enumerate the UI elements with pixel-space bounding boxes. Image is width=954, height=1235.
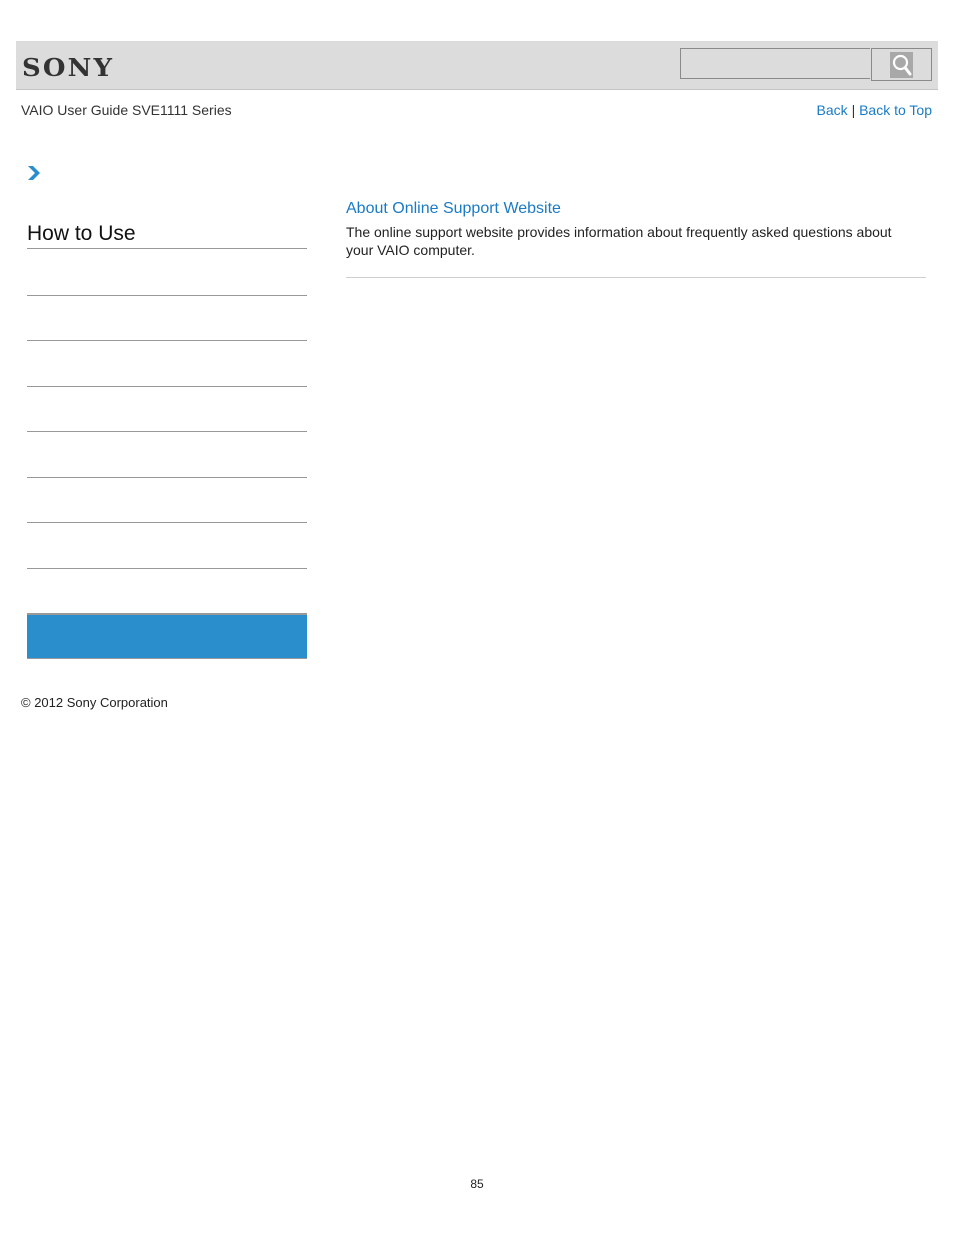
chevron-right-icon[interactable] bbox=[27, 165, 41, 186]
page-number: 85 bbox=[470, 1177, 484, 1191]
header-bar: SONY bbox=[16, 41, 938, 90]
search-input[interactable] bbox=[680, 48, 870, 79]
sidebar-title: How to Use bbox=[27, 222, 307, 249]
search-icon bbox=[890, 51, 913, 78]
search-button[interactable] bbox=[871, 48, 932, 81]
sidebar-item[interactable] bbox=[27, 477, 307, 478]
guide-title: VAIO User Guide SVE1111 Series bbox=[21, 102, 232, 118]
sony-logo: SONY bbox=[22, 53, 115, 82]
sidebar-item[interactable] bbox=[27, 568, 307, 569]
article-body: The online support website provides info… bbox=[346, 224, 892, 258]
sidebar-item[interactable] bbox=[27, 386, 307, 387]
back-link[interactable]: Back bbox=[817, 102, 848, 118]
nav-separator: | bbox=[851, 102, 856, 118]
nav-links: Back | Back to Top bbox=[817, 102, 932, 118]
divider bbox=[346, 277, 926, 278]
sidebar-item[interactable] bbox=[27, 295, 307, 296]
sidebar-item[interactable] bbox=[27, 522, 307, 523]
back-to-top-link[interactable]: Back to Top bbox=[859, 102, 932, 118]
article-title-link[interactable]: About Online Support Website bbox=[346, 200, 561, 218]
sidebar-item-active[interactable] bbox=[27, 613, 307, 659]
copyright: © 2012 Sony Corporation bbox=[21, 695, 168, 710]
sidebar-item[interactable] bbox=[27, 340, 307, 341]
sidebar-item[interactable] bbox=[27, 431, 307, 432]
